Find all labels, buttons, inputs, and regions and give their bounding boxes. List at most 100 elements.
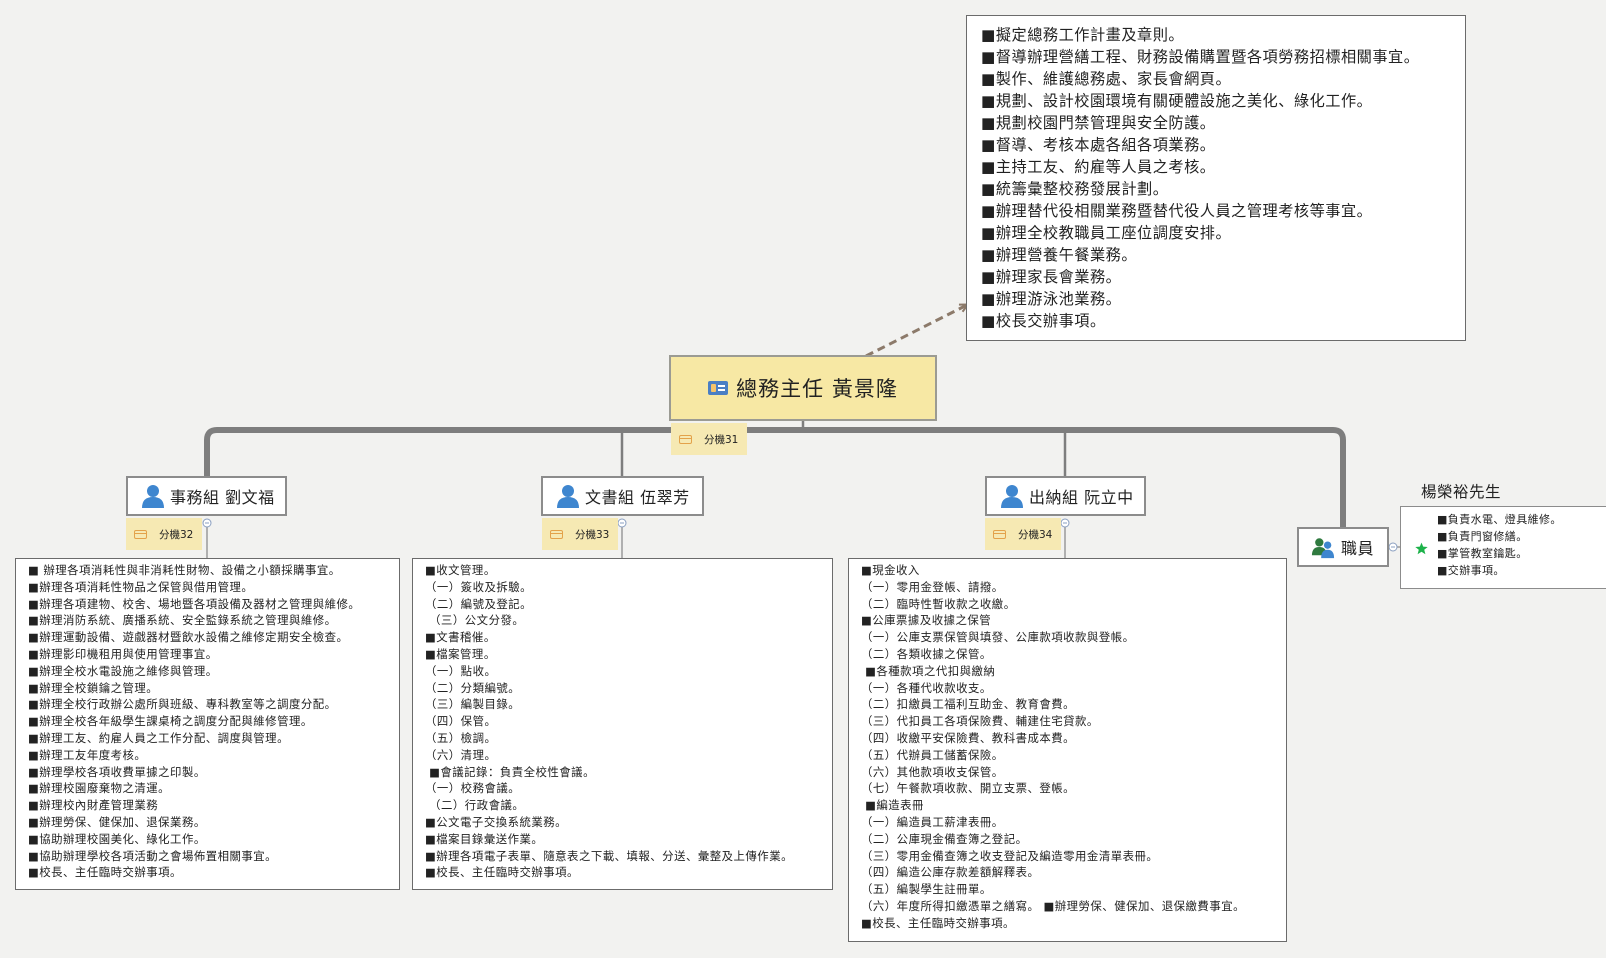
list-item: （五）檢調。 <box>425 730 497 745</box>
staff-duties-box: ■負責水電、燈具維修。 ■負責門窗修繕。 ■掌管教室鑰匙。 ■交辦事項。 <box>1400 506 1606 589</box>
list-item: ■收文管理。 <box>425 563 496 577</box>
affairs-extension-badge: 分機32 <box>126 518 202 550</box>
phone-ext-icon <box>550 529 563 539</box>
list-item: （一）公庫支票保管與填發、公庫款項收款與登帳。 <box>861 630 1135 645</box>
person-icon <box>1001 485 1023 508</box>
list-item: ■會議記錄：負責全校性會議。 <box>425 764 595 779</box>
person-icon <box>557 485 579 508</box>
list-item: ■辦理全校各年級學生課桌椅之調度分配與維修管理。 <box>28 714 313 729</box>
staff-group-icon <box>1311 538 1335 559</box>
list-item: ■辦理全校鎖鑰之管理。 <box>28 680 159 695</box>
list-item: ■協助辦理學校各項活動之會場佈置相關事宜。 <box>28 848 278 863</box>
list-item: ■校長、主任臨時交辦事項。 <box>425 865 579 880</box>
list-item: ■辦理工友年度考核。 <box>28 747 147 762</box>
list-item: ■辦理校內財產管理業務 <box>28 798 159 813</box>
node-title: 事務組 劉文福 <box>170 488 275 507</box>
list-item: ■公庫票據及收據之保管 <box>861 613 992 628</box>
list-item: （四）編造公庫存款差額解釋表。 <box>861 865 1040 880</box>
id-card-icon <box>708 381 729 395</box>
list-item: ■現金收入 <box>861 563 920 577</box>
list-item: ■擬定總務工作計畫及章則。 <box>981 26 1185 44</box>
list-item: ■辦理消防系統、廣播系統、安全監錄系統之管理與維修。 <box>28 613 337 628</box>
star-icon <box>1415 542 1428 555</box>
list-item: ■協助辦理校園美化、綠化工作。 <box>28 831 206 846</box>
list-item: （一）零用金登帳、請撥。 <box>861 579 1004 594</box>
list-item: ■辦理全校行政辦公處所與班級、專科教室等之調度分配。 <box>28 697 337 712</box>
list-item: ■文書稽催。 <box>425 630 496 645</box>
list-item: ■交辦事項。 <box>1437 564 1505 577</box>
list-item: （四）保管。 <box>425 714 497 729</box>
list-item: ■檔案管理。 <box>425 646 496 661</box>
list-item: ■辦理勞保、健保加、退保業務。 <box>28 814 206 829</box>
list-item: （二）各類收據之保管。 <box>861 646 992 661</box>
root-ext-label: 分機31 <box>704 433 739 446</box>
node-cashier-section[interactable]: 出納組 阮立中 <box>985 476 1146 516</box>
list-item: ■規劃校園門禁管理與安全防護。 <box>981 114 1216 132</box>
list-item: ■辦理運動設備、遊戲器材暨飲水設備之維修定期安全檢查。 <box>28 630 349 645</box>
list-item: （二）編號及登記。 <box>425 596 533 611</box>
list-item: （一）各種代收款收支。 <box>861 680 992 695</box>
list-item: ■負責水電、燈具維修。 <box>1437 513 1562 526</box>
list-item: （四）收繳平安保險費、教科書成本費。 <box>861 730 1076 745</box>
list-item: ■辦理工友、約雇人員之工作分配、調度與管理。 <box>28 730 289 745</box>
node-documents-section[interactable]: 文書組 伍翠芳 <box>541 476 704 516</box>
list-item: ■辦理游泳池業務。 <box>981 290 1122 308</box>
list-item: ■ 辦理各項消耗性與非消耗性財物、設備之小額採購事宜。 <box>28 563 341 577</box>
list-item: （三）編製目錄。 <box>425 697 521 712</box>
list-item: ■校長、主任臨時交辦事項。 <box>28 865 182 880</box>
list-item: ■辦理全校水電設施之維修與管理。 <box>28 663 218 678</box>
person-icon <box>142 485 164 508</box>
list-item: （一）校務會議。 <box>425 781 521 796</box>
list-item: ■辦理學校各項收費單據之印製。 <box>28 764 206 779</box>
list-item: （六）其他款項收支保管。 <box>861 764 1004 779</box>
list-item: ■校長交辦事項。 <box>981 312 1106 330</box>
list-item: （五）代辦員工儲蓄保險。 <box>861 747 1004 762</box>
list-item: ■督導、考核本處各組各項業務。 <box>981 136 1216 154</box>
list-item: ■辦理替代役相關業務暨替代役人員之管理考核等事宜。 <box>981 202 1373 220</box>
list-item: ■統籌彙整校務發展計劃。 <box>981 180 1169 198</box>
phone-ext-icon <box>679 434 692 444</box>
documents-extension-badge: 分機33 <box>542 518 618 550</box>
ext-label: 分機32 <box>159 528 194 541</box>
list-item: （六）年度所得扣繳憑單之繕寫。 ■辦理勞保、健保加、退保繳費事宜。 <box>861 898 1245 913</box>
list-item: ■辦理營養午餐業務。 <box>981 246 1138 264</box>
list-item: ■檔案目錄彙送作業。 <box>425 831 544 846</box>
list-item: （二）臨時性暫收款之收繳。 <box>861 596 1016 611</box>
ext-label: 分機33 <box>575 528 610 541</box>
list-item: （七）午餐款項收款、開立支票、登帳。 <box>861 781 1076 796</box>
list-item: （六）清理。 <box>425 747 497 762</box>
list-item: ■各種款項之代扣與繳納 <box>861 663 996 678</box>
list-item: ■辦理各項消耗性物品之保管與借用管理。 <box>28 579 254 594</box>
list-item: ■辦理影印機租用與使用管理事宜。 <box>28 646 218 661</box>
phone-ext-icon <box>134 529 147 539</box>
list-item: ■掌管教室鑰匙。 <box>1437 547 1528 560</box>
cashier-extension-badge: 分機34 <box>985 518 1061 550</box>
list-item: ■辦理校園廢棄物之清運。 <box>28 781 171 796</box>
list-item: ■負責門窗修繕。 <box>1437 530 1528 543</box>
list-item: ■主持工友、約雇等人員之考核。 <box>981 158 1216 176</box>
affairs-duties-box: ■ 辦理各項消耗性與非消耗性財物、設備之小額採購事宜。 ■辦理各項消耗性物品之保管… <box>15 558 400 890</box>
node-title: 出納組 阮立中 <box>1029 488 1134 507</box>
director-duties-box: ■擬定總務工作計畫及章則。 ■督導辦理營繕工程、財務設備購置暨各項勞務招標相關事宜… <box>966 15 1466 341</box>
list-item: （三）零用金備查簿之收支登記及編造零用金清單表冊。 <box>861 848 1159 863</box>
node-affairs-section[interactable]: 事務組 劉文福 <box>126 476 287 516</box>
node-staff[interactable]: 職員 <box>1297 527 1389 567</box>
cashier-duties-box: ■現金收入 （一）零用金登帳、請撥。 （二）臨時性暫收款之收繳。 ■公庫票據及收據之保… <box>848 558 1287 942</box>
staff-person-name: 楊榮裕先生 <box>1421 483 1502 501</box>
list-item: ■辦理各項電子表單、隨意表之下載、填報、分送、彙整及上傳作業。 <box>425 848 793 863</box>
list-item: （三）代扣員工各項保險費、輔建住宅貸款。 <box>861 714 1099 729</box>
phone-ext-icon <box>993 529 1006 539</box>
list-item: ■規劃、設計校園環境有關硬體設施之美化、綠化工作。 <box>981 92 1373 110</box>
list-item: （一）點收。 <box>425 663 497 678</box>
node-title: 職員 <box>1341 539 1375 558</box>
list-item: （二）公庫現金備查簿之登記。 <box>861 831 1028 846</box>
list-item: ■公文電子交換系統業務。 <box>425 814 568 829</box>
list-item: （二）行政會議。 <box>425 798 525 813</box>
list-item: ■製作、維護總務處、家長會網頁。 <box>981 70 1232 88</box>
root-node-general-affairs-director[interactable]: 總務主任 黃景隆 <box>669 355 937 421</box>
ext-label: 分機34 <box>1018 528 1053 541</box>
list-item: （三）公文分發。 <box>425 613 525 628</box>
list-item: ■辦理全校教職員工座位調度安排。 <box>981 224 1232 242</box>
list-item: （二）分類編號。 <box>425 680 521 695</box>
root-title: 總務主任 黃景隆 <box>736 377 898 401</box>
